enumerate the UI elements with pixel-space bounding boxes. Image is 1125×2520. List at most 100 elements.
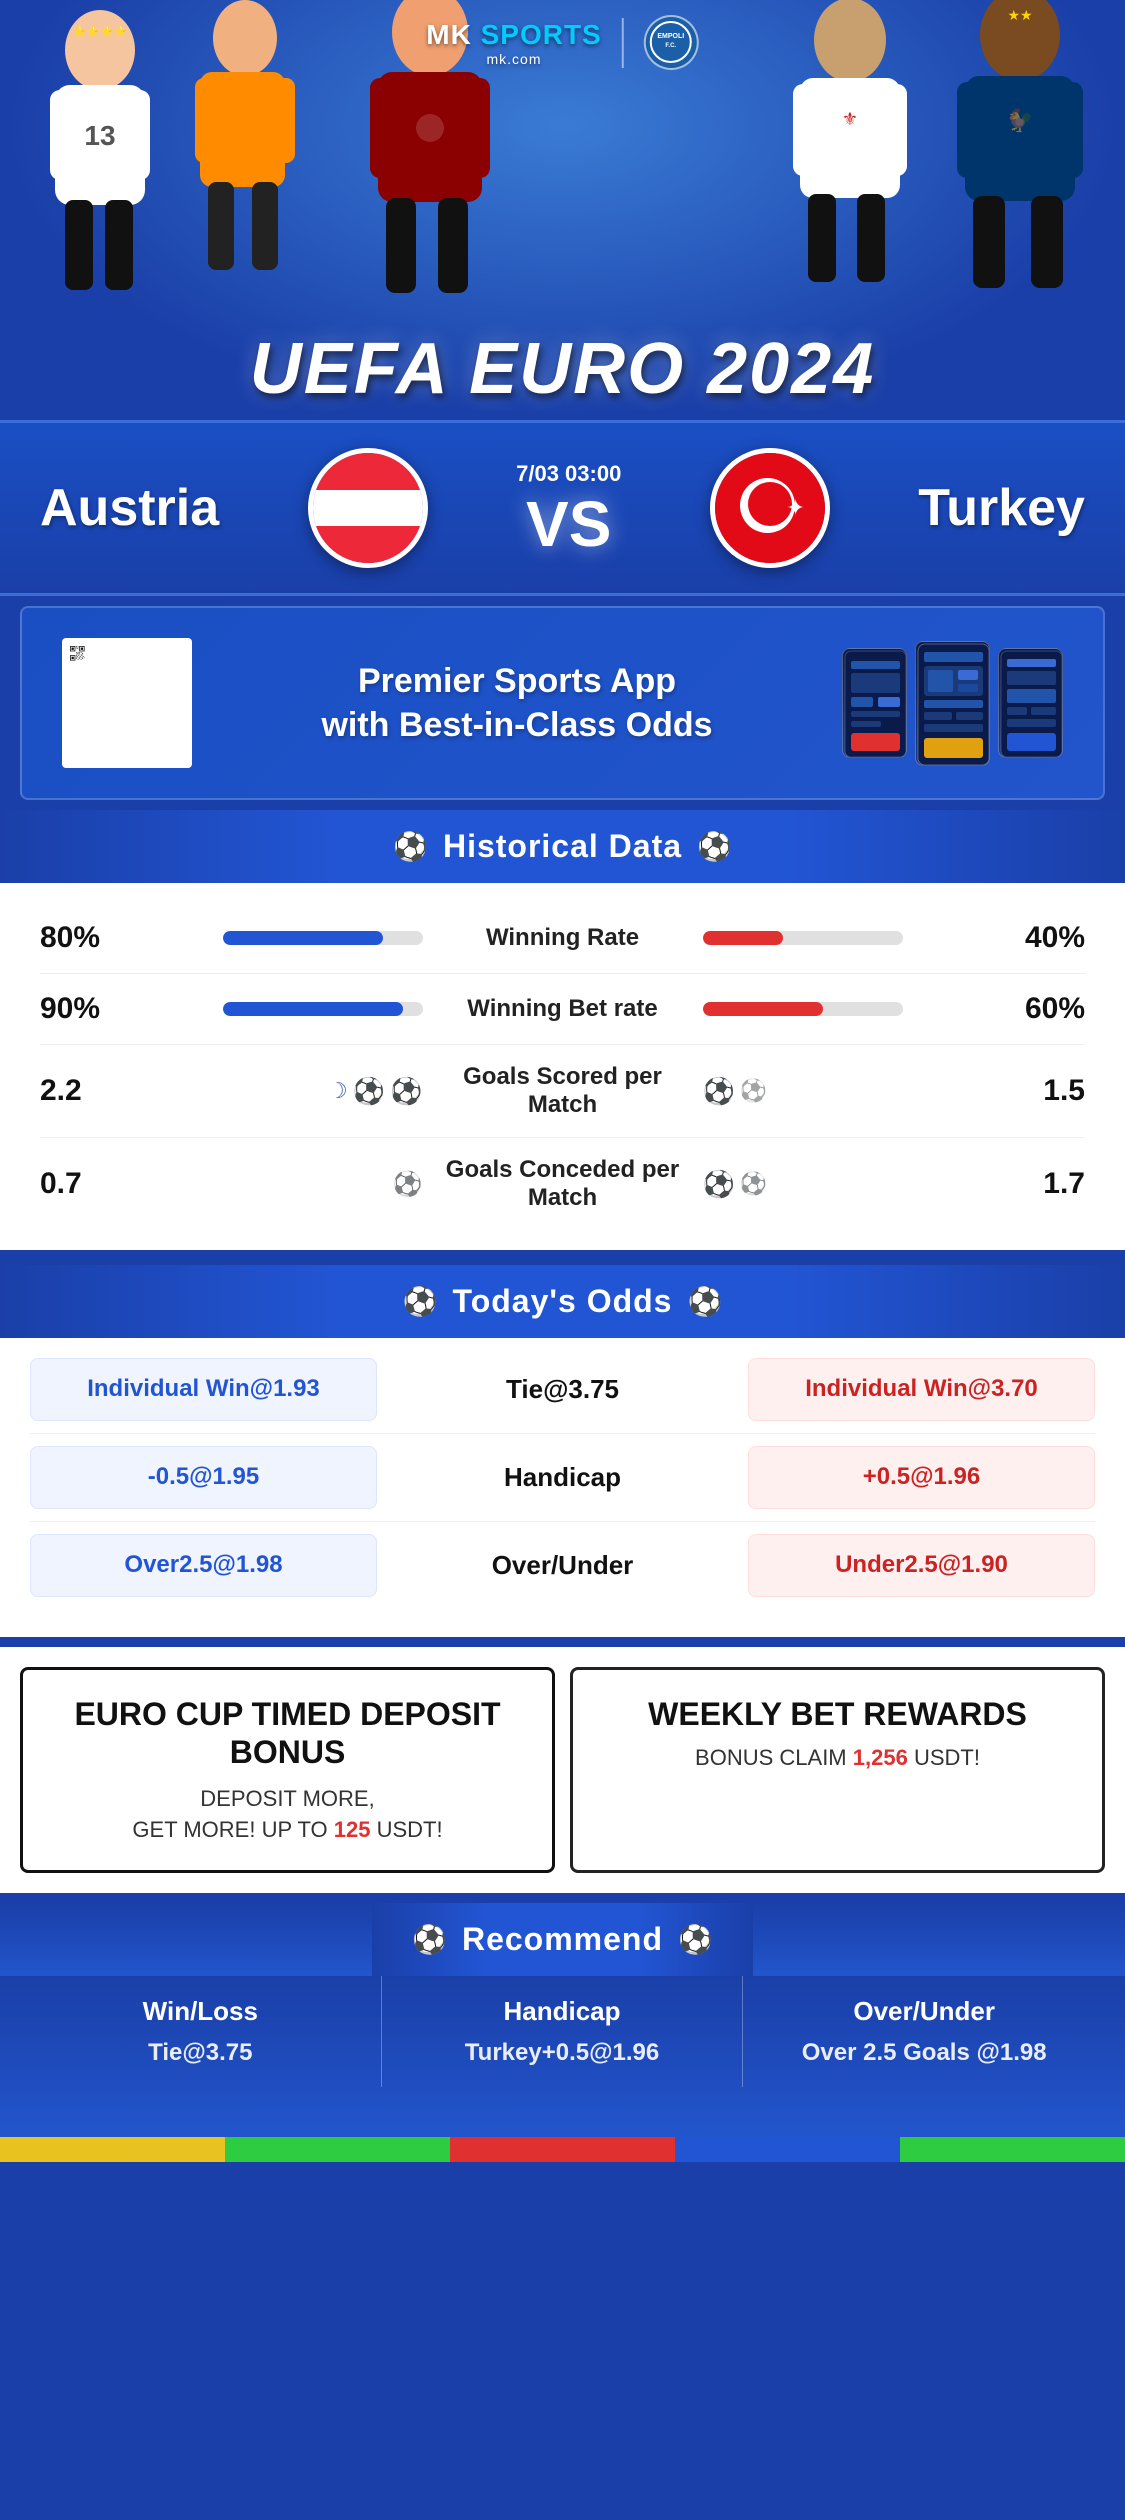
stat-icons-left-scored: ☽ ⚽ ⚽: [120, 1076, 423, 1107]
recommend-title: Recommend: [462, 1921, 663, 1958]
bar-fill-blue-1: [223, 931, 383, 945]
players-container: 13 ⭐⭐⭐⭐: [0, 40, 1125, 360]
bar-fill-red-1: [703, 931, 783, 945]
weekly-amount: 1,256: [853, 1745, 908, 1770]
strip-green: [225, 2137, 450, 2162]
stat-bar-left-1: [120, 931, 423, 945]
recommend-header: ⚽ Recommend ⚽: [372, 1903, 753, 1976]
bar-track-left-2: [223, 1002, 423, 1016]
stat-right-goals-conceded: 1.7: [1005, 1167, 1085, 1201]
team-left: Austria: [40, 478, 219, 538]
team-right: Turkey: [918, 478, 1085, 538]
recommend-overunder-value: Over 2.5 Goals @1.98: [758, 2039, 1090, 2067]
odds-tie[interactable]: Tie@3.75: [389, 1358, 736, 1421]
stat-bar-right-1: [703, 931, 1006, 945]
stat-row-goals-conceded: 0.7 ⚽ Goals Conceded per Match ⚽ ⚽ 1.7: [40, 1138, 1085, 1230]
mk-text: MK: [426, 19, 472, 50]
weekly-desc: BONUS CLAIM 1,256 USDT!: [593, 1745, 1082, 1771]
bonus-currency: USDT!: [377, 1817, 443, 1842]
soccer-ball-left-icon: ⚽: [393, 830, 428, 863]
bar-track-right-1: [703, 931, 903, 945]
logo-area: MK SPORTS mk.com EMPOLI F.C.: [426, 15, 698, 70]
recommend-overunder-title: Over/Under: [758, 1996, 1090, 2027]
bar-track-left-1: [223, 931, 423, 945]
stat-label-2: Winning Bet rate: [423, 995, 703, 1023]
stat-icons-left-conceded: ⚽: [120, 1170, 423, 1199]
stat-left-winning-rate: 80%: [40, 921, 120, 955]
odds-over-under-right[interactable]: Under2.5@1.90: [748, 1534, 1095, 1597]
svg-text:⭐⭐⭐⭐: ⭐⭐⭐⭐: [73, 25, 128, 38]
strip-yellow: [0, 2137, 225, 2162]
odds-handicap-right[interactable]: +0.5@1.96: [748, 1446, 1095, 1509]
bonus-left-title: EURO CUP TIMED DEPOSIT BONUS: [43, 1695, 532, 1772]
bonus-section: EURO CUP TIMED DEPOSIT BONUS DEPOSIT MOR…: [0, 1647, 1125, 1893]
odds-header: ⚽ Today's Odds ⚽: [0, 1265, 1125, 1338]
stat-row-winning-rate: 80% Winning Rate 40%: [40, 903, 1085, 974]
app-screen-3: [998, 648, 1063, 758]
strip-green-2: [900, 2137, 1125, 2162]
stat-label-4: Goals Conceded per Match: [423, 1156, 703, 1212]
historical-section: 80% Winning Rate 40% 90% Winning Bet rat…: [0, 883, 1125, 1250]
player-center-left: [180, 0, 310, 300]
odds-over-under-left[interactable]: Over2.5@1.98: [30, 1534, 377, 1597]
mk-sub: mk.com: [426, 51, 601, 67]
bonus-amount: 125: [334, 1817, 371, 1842]
odds-handicap-label: Handicap: [389, 1446, 736, 1509]
bonus-card-right: WEEKLY BET REWARDS BONUS CLAIM 1,256 USD…: [570, 1667, 1105, 1873]
ball-red-icon-1: ⚽: [703, 1076, 735, 1107]
odds-soccer-ball-left-icon: ⚽: [403, 1285, 438, 1318]
bonus-left-desc: DEPOSIT MORE, GET MORE! UP TO 125 USDT!: [43, 1784, 532, 1846]
odds-individual-win-left[interactable]: Individual Win@1.93: [30, 1358, 377, 1421]
header-banner: MK SPORTS mk.com EMPOLI F.C. 13 ⭐⭐⭐⭐: [0, 0, 1125, 420]
svg-text:⚜: ⚜: [842, 109, 858, 129]
bar-fill-blue-2: [223, 1002, 403, 1016]
match-date: 7/03 03:00: [516, 461, 621, 487]
odds-over-under-label: Over/Under: [389, 1534, 736, 1597]
odds-section: Individual Win@1.93 Tie@3.75 Individual …: [0, 1338, 1125, 1637]
austria-flag-circle: [308, 448, 428, 568]
turkey-crescent: ✦: [740, 478, 800, 538]
stat-row-goals-scored: 2.2 ☽ ⚽ ⚽ Goals Scored per Match ⚽ ⚽ 1.5: [40, 1045, 1085, 1138]
historical-header: ⚽ Historical Data ⚽: [0, 810, 1125, 883]
mk-sports-logo: MK SPORTS mk.com: [426, 19, 601, 67]
ball-icon-1: ⚽: [353, 1076, 385, 1107]
stat-icons-right-scored: ⚽ ⚽: [703, 1076, 1006, 1107]
weekly-desc-text: BONUS CLAIM: [695, 1745, 847, 1770]
app-promo: Premier Sports App with Best-in-Class Od…: [20, 606, 1105, 800]
app-screen-2: [915, 641, 990, 766]
stat-right-winning-rate: 40%: [1005, 921, 1085, 955]
svg-text:🐓: 🐓: [1006, 108, 1033, 133]
app-screen-1: [842, 648, 907, 758]
recommend-soccer-ball-right-icon: ⚽: [678, 1923, 713, 1956]
match-center: 7/03 03:00 VS: [516, 461, 621, 556]
stat-row-winning-bet: 90% Winning Bet rate 60%: [40, 974, 1085, 1045]
ball-red-icon-2: ⚽: [703, 1169, 735, 1200]
qr-code: [62, 638, 192, 768]
stat-label-1: Winning Rate: [423, 924, 703, 952]
odds-individual-win-right[interactable]: Individual Win@3.70: [748, 1358, 1095, 1421]
bonus-desc-2: GET MORE! UP TO: [132, 1817, 327, 1842]
austria-stripe-white: [313, 490, 423, 527]
historical-title: Historical Data: [443, 828, 682, 865]
austria-stripe-red-2: [313, 526, 423, 563]
odds-soccer-ball-right-icon: ⚽: [687, 1285, 722, 1318]
logo-divider: [622, 18, 624, 68]
turkey-flag: ✦: [715, 453, 825, 563]
player-center-right: ⚜: [775, 0, 925, 300]
weekly-currency: USDT!: [914, 1745, 980, 1770]
stat-bar-right-2: [703, 1002, 1006, 1016]
odds-divider-2: [30, 1521, 1095, 1522]
stat-left-goals-scored: 2.2: [40, 1074, 120, 1108]
recommend-col-handicap: Handicap Turkey+0.5@1.96: [382, 1976, 744, 2087]
weekly-title: WEEKLY BET REWARDS: [593, 1695, 1082, 1733]
odds-title: Today's Odds: [453, 1283, 673, 1320]
match-section: Austria 7/03 03:00 VS ✦ Turkey: [0, 420, 1125, 596]
stat-left-winning-bet: 90%: [40, 992, 120, 1026]
recommend-handicap-value: Turkey+0.5@1.96: [397, 2039, 728, 2067]
stat-right-winning-bet: 60%: [1005, 992, 1085, 1026]
odds-grid: Individual Win@1.93 Tie@3.75 Individual …: [0, 1338, 1125, 1617]
ball-red-half-icon: ⚽: [740, 1171, 767, 1197]
bottom-strip: [0, 2137, 1125, 2162]
ball-outline-icon: ⚽: [393, 1170, 423, 1199]
odds-handicap-left[interactable]: -0.5@1.95: [30, 1446, 377, 1509]
